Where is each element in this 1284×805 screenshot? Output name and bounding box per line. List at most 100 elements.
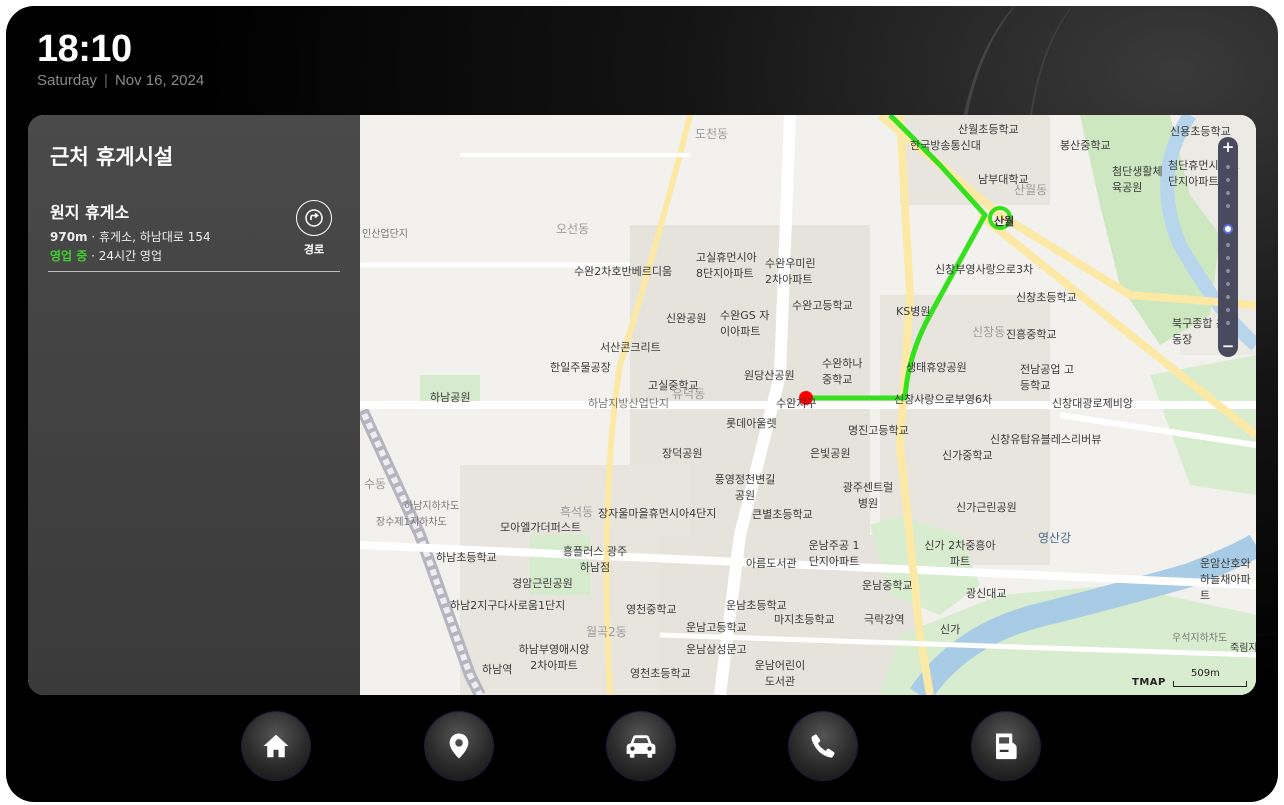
- map-label: 고실휴먼시아 8단지아파트: [696, 251, 757, 280]
- phone-button[interactable]: [789, 712, 857, 780]
- home-icon: [263, 734, 289, 758]
- map-label: 아름도서관: [746, 557, 797, 570]
- map-label: 운남삼성문고: [686, 643, 747, 656]
- map-label: 신창대광로제비앙: [1052, 397, 1133, 410]
- zoom-thumb[interactable]: [1223, 224, 1233, 234]
- map-label: 장수제1지하차도: [376, 517, 447, 528]
- location-pin-icon: [449, 733, 469, 759]
- map-label: 신창초등학교: [1016, 291, 1077, 304]
- map-label: 전남공업 고등학교: [1020, 363, 1075, 392]
- map-label: 도천동: [695, 127, 729, 141]
- map-label: 신가중학교: [942, 449, 993, 462]
- map-label: 하남지방산업단지: [588, 397, 669, 410]
- panel-title: 근처 휴게시설: [50, 145, 174, 169]
- map-label: 진흥중학교: [1006, 328, 1057, 341]
- map-label: 장자울마을휴먼시아4단지: [598, 507, 717, 520]
- zoom-tick: [1226, 165, 1230, 169]
- phone-icon: [811, 734, 835, 758]
- zoom-tick: [1226, 321, 1230, 325]
- map-label: 운남주공 1단지아파트: [808, 539, 860, 568]
- map-label: 흑석동: [560, 505, 594, 519]
- map-label: 죽림지: [1230, 643, 1256, 654]
- map-label: 한국방송통신대: [910, 139, 981, 152]
- zoom-tick: [1226, 308, 1230, 312]
- map-label: 하남지하차도: [404, 501, 460, 512]
- zoom-in-button[interactable]: +: [1218, 138, 1238, 156]
- facility-distance: 970m: [50, 230, 88, 244]
- map-label: 서산콘크리트: [600, 341, 661, 354]
- map-label: 수완2차호반베르디움: [574, 265, 673, 278]
- route-label: 경로: [303, 243, 325, 256]
- open-status: 영업 중: [50, 249, 88, 263]
- map-label: 운남중학교: [862, 579, 913, 592]
- map-label: 수완고등학교: [792, 299, 853, 312]
- map-label: 하남부영애시앙 2차아파트: [518, 643, 590, 672]
- zoom-tick: [1226, 191, 1230, 195]
- map-label: 인산업단지: [362, 229, 408, 240]
- fuel-icon: [996, 733, 1017, 760]
- map-attribution: TMAP: [1132, 677, 1166, 688]
- zoom-slider[interactable]: + −: [1218, 137, 1238, 357]
- map-label: 명진고등학교: [848, 424, 909, 437]
- map-label: 산월동: [1014, 183, 1048, 197]
- date-label: Nov 16, 2024: [114, 72, 205, 89]
- map-label: 산월: [994, 215, 1015, 228]
- facility-name[interactable]: 원지 휴게소: [50, 199, 129, 223]
- map-label: 원당산공원: [744, 369, 795, 382]
- map-label: 은빛공원: [810, 447, 851, 460]
- map-label: 신용초등학교: [1170, 125, 1231, 138]
- map-label: 마지초등학교: [774, 613, 835, 626]
- map-label: 하남2지구다사로움1단지: [450, 599, 566, 612]
- map-label: 극락강역: [864, 613, 905, 626]
- zoom-tick: [1226, 243, 1230, 247]
- map-label: 영천중학교: [626, 603, 677, 616]
- scale-label: 509m: [1191, 668, 1220, 679]
- zoom-out-button[interactable]: −: [1218, 337, 1238, 355]
- map-label: 신창유탑유블레스리버뷰: [990, 433, 1102, 446]
- map-label: 신창사랑으로부영6차: [894, 393, 993, 406]
- route-button[interactable]: [296, 200, 332, 236]
- map-label: 신완공원: [666, 312, 707, 325]
- clock: 18:10: [37, 28, 132, 70]
- facility-status: 영업 중 · 24시간 영업: [50, 249, 163, 263]
- map-label: 경암근린공원: [512, 577, 573, 590]
- map-label: 오선동: [556, 222, 590, 236]
- home-button[interactable]: [242, 712, 310, 780]
- map-label: 하남역: [482, 663, 513, 676]
- map-label: 봉산중학교: [1060, 139, 1111, 152]
- zoom-tick: [1226, 269, 1230, 273]
- map-label: 신창동: [972, 325, 1006, 339]
- map-label: 신가: [940, 623, 961, 636]
- map-label: 모아엘가더퍼스트: [500, 521, 581, 534]
- car-icon: [626, 735, 656, 758]
- day-label: Saturday: [37, 72, 98, 89]
- zoom-tick: [1226, 256, 1230, 260]
- map-label: 생태휴양공원: [906, 361, 967, 374]
- map-label: 신가 2차중흥아파트: [924, 539, 996, 568]
- map-label: 월곡2동: [586, 625, 627, 639]
- location-button[interactable]: [425, 712, 493, 780]
- map-label: 운남어린이 도서관: [754, 659, 806, 688]
- zoom-tick: [1226, 178, 1230, 182]
- map-label: 영천초등학교: [630, 667, 691, 680]
- map-view[interactable]: 도천동 오선동 산월초등학교 한국방송통신대 봉산중학교 남부대학교 산월동 산…: [360, 115, 1256, 695]
- map-label: 롯데아울렛: [726, 417, 777, 430]
- facility-meta: 970m · 휴게소, 하남대로 154: [50, 230, 211, 244]
- map-label: 한일주물공장: [550, 361, 611, 374]
- map-label: 광신대교: [966, 587, 1007, 600]
- map-label: 수완지구: [776, 397, 817, 410]
- vehicle-button[interactable]: [607, 712, 675, 780]
- facility-details: 휴게소, 하남대로 154: [99, 230, 211, 244]
- map-label: 운남고등학교: [686, 621, 747, 634]
- map-label: 신가근린공원: [956, 501, 1017, 514]
- date-display: Saturday | Nov 16, 2024: [37, 72, 204, 89]
- map-label: 하남공원: [430, 391, 471, 404]
- zoom-tick: [1226, 282, 1230, 286]
- map-label: 산월초등학교: [958, 123, 1019, 136]
- map-label: 첨단생활체육공원: [1112, 165, 1163, 194]
- zoom-tick: [1226, 295, 1230, 299]
- map-label: 우석지하차도: [1172, 633, 1228, 644]
- map-label: 신창부영사랑으로3차: [935, 263, 1034, 276]
- map-label: 큰별초등학교: [752, 508, 813, 521]
- fuel-button[interactable]: [972, 712, 1040, 780]
